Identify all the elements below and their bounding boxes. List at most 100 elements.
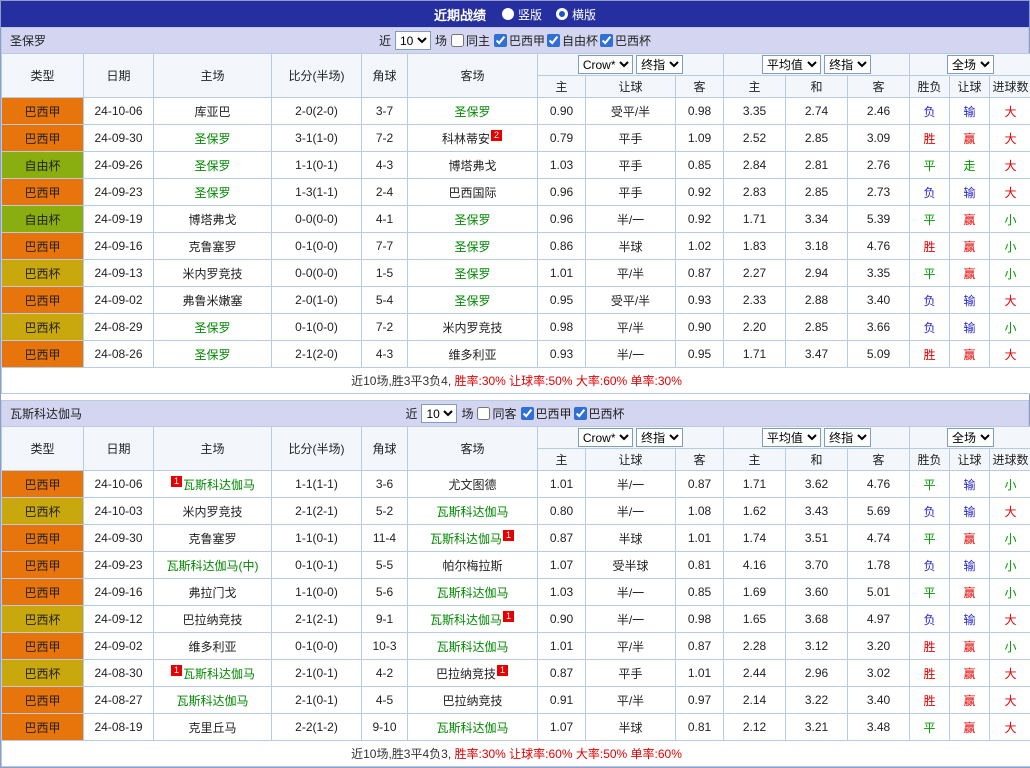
avg-home-odds-cell: 1.62 <box>724 498 786 525</box>
home-odds-cell: 0.90 <box>538 606 586 633</box>
result-handicap-cell: 赢 <box>950 714 990 741</box>
bookmaker-select[interactable]: Crow* <box>578 428 633 447</box>
match-type-cell: 巴西甲 <box>2 341 84 368</box>
odds-stage-select-1[interactable]: 终指 <box>636 55 683 74</box>
avg-draw-odds-cell: 2.85 <box>786 314 848 341</box>
corner-cell: 9-1 <box>362 606 408 633</box>
match-type-cell: 巴西甲 <box>2 98 84 125</box>
result-goals-cell: 小 <box>990 233 1030 260</box>
league-checkbox[interactable] <box>494 34 507 47</box>
avg-draw-odds-cell: 2.88 <box>786 287 848 314</box>
result-goals-cell: 大 <box>990 179 1030 206</box>
league-label: 巴西杯 <box>615 32 651 49</box>
avg-draw-odds-cell: 3.68 <box>786 606 848 633</box>
league-filter[interactable]: 巴西杯 <box>574 405 625 422</box>
avg-away-odds-cell: 5.39 <box>848 206 910 233</box>
same-filter[interactable]: 同主 <box>451 32 490 49</box>
corner-cell: 4-1 <box>362 206 408 233</box>
bookmaker-select[interactable]: Crow* <box>578 55 633 74</box>
scope-select[interactable]: 全场 <box>947 428 994 447</box>
same-filter[interactable]: 同客 <box>477 405 516 422</box>
average-select[interactable]: 平均值 <box>762 428 821 447</box>
avg-draw-odds-cell: 3.70 <box>786 552 848 579</box>
league-filter[interactable]: 巴西杯 <box>600 32 651 49</box>
league-checkbox[interactable] <box>521 407 534 420</box>
average-select[interactable]: 平均值 <box>762 55 821 74</box>
team-label: 瓦斯科达伽马 <box>436 640 508 654</box>
avg-home-odds-cell: 2.12 <box>724 714 786 741</box>
match-row: 巴西甲24-09-23瓦斯科达伽马(中)0-1(0-1)5-5帕尔梅拉斯1.07… <box>2 552 1030 579</box>
home-odds-cell: 1.01 <box>538 471 586 498</box>
avg-draw-odds-cell: 3.43 <box>786 498 848 525</box>
home-team-cell: 圣保罗 <box>154 125 272 152</box>
league-filter[interactable]: 巴西甲 <box>521 405 572 422</box>
avg-draw-odds-cell: 3.22 <box>786 687 848 714</box>
score-cell: 2-1(2-1) <box>272 498 362 525</box>
score-cell: 0-1(0-0) <box>272 233 362 260</box>
avg-away-odds-cell: 3.35 <box>848 260 910 287</box>
header-row-groups: 类型 日期 主场 比分(半场) 角球 客场 Crow* 终指 平均值 终指 <box>2 54 1030 76</box>
home-odds-cell: 0.98 <box>538 314 586 341</box>
team-label: 圣保罗 <box>194 321 230 335</box>
red-card-badge: 1 <box>171 665 182 676</box>
result-goals-cell: 小 <box>990 552 1030 579</box>
filter-near-label: 近 <box>405 405 417 422</box>
league-checkbox[interactable] <box>600 34 613 47</box>
odds-stage-select-2[interactable]: 终指 <box>824 428 871 447</box>
result-handicap-cell: 赢 <box>950 125 990 152</box>
result-goals-cell: 大 <box>990 606 1030 633</box>
result-goals-cell: 大 <box>990 498 1030 525</box>
avg-home-odds-cell: 1.65 <box>724 606 786 633</box>
score-cell: 2-2(1-2) <box>272 714 362 741</box>
handicap-cell: 半/一 <box>586 606 676 633</box>
avg-home-odds-cell: 2.33 <box>724 287 786 314</box>
match-row: 巴西杯24-09-13米内罗竞技0-0(0-0)1-5圣保罗1.01平/半0.8… <box>2 260 1030 287</box>
radio-button-icon[interactable] <box>502 8 514 20</box>
filter-count-select[interactable]: 10 <box>421 404 457 423</box>
result-handicap-cell: 输 <box>950 98 990 125</box>
league-checkbox[interactable] <box>547 34 560 47</box>
league-filter[interactable]: 巴西甲 <box>494 32 545 49</box>
result-handicap-cell: 输 <box>950 606 990 633</box>
handicap-cell: 平手 <box>586 179 676 206</box>
handicap-cell: 半/一 <box>586 341 676 368</box>
summary-cell: 近10场,胜3平4负3, 胜率:30% 让球率:60% 大率:50% 单率:60… <box>2 741 1030 767</box>
team-label: 米内罗竞技 <box>182 267 242 281</box>
team-label: 克鲁塞罗 <box>188 240 236 254</box>
team-name: 圣保罗 <box>10 32 46 49</box>
corner-cell: 10-3 <box>362 633 408 660</box>
avg-away-odds-cell: 4.76 <box>848 471 910 498</box>
summary-prefix: 近10场,胜3平4负3, <box>351 747 454 761</box>
handicap-cell: 平/半 <box>586 260 676 287</box>
odds-stage-select-2[interactable]: 终指 <box>824 55 871 74</box>
same-checkbox[interactable] <box>451 34 464 47</box>
sections: 圣保罗 近 10 场 同主 巴西甲自由杯巴西杯 类型 <box>1 27 1029 767</box>
score-cell: 1-3(1-1) <box>272 179 362 206</box>
filter-count-select[interactable]: 10 <box>395 31 431 50</box>
home-odds-cell: 0.93 <box>538 341 586 368</box>
handicap-cell: 半球 <box>586 525 676 552</box>
avg-draw-odds-cell: 2.94 <box>786 260 848 287</box>
handicap-cell: 半球 <box>586 714 676 741</box>
match-date-cell: 24-08-30 <box>84 660 154 687</box>
radio-button-icon[interactable] <box>556 8 568 20</box>
result-goals-cell: 小 <box>990 206 1030 233</box>
away-odds-cell: 0.85 <box>676 152 724 179</box>
home-team-cell: 瓦斯科达伽马 <box>154 687 272 714</box>
league-filter[interactable]: 自由杯 <box>547 32 598 49</box>
odds-stage-select-1[interactable]: 终指 <box>636 428 683 447</box>
league-checkbox[interactable] <box>574 407 587 420</box>
result-wdl-cell: 胜 <box>910 125 950 152</box>
team-label: 克鲁塞罗 <box>188 532 236 546</box>
scope-select[interactable]: 全场 <box>947 55 994 74</box>
avg-draw-odds-cell: 3.60 <box>786 579 848 606</box>
team-label: 瓦斯科达伽马 <box>430 532 502 546</box>
col-type: 类型 <box>2 54 84 98</box>
avg-home-odds-cell: 1.71 <box>724 471 786 498</box>
layout-radio-vertical[interactable]: 竖版 <box>502 6 542 23</box>
layout-radio-horizontal[interactable]: 横版 <box>556 6 596 23</box>
same-checkbox[interactable] <box>477 407 490 420</box>
handicap-cell: 受半球 <box>586 552 676 579</box>
corner-cell: 4-5 <box>362 687 408 714</box>
avg-home-odds-cell: 2.84 <box>724 152 786 179</box>
